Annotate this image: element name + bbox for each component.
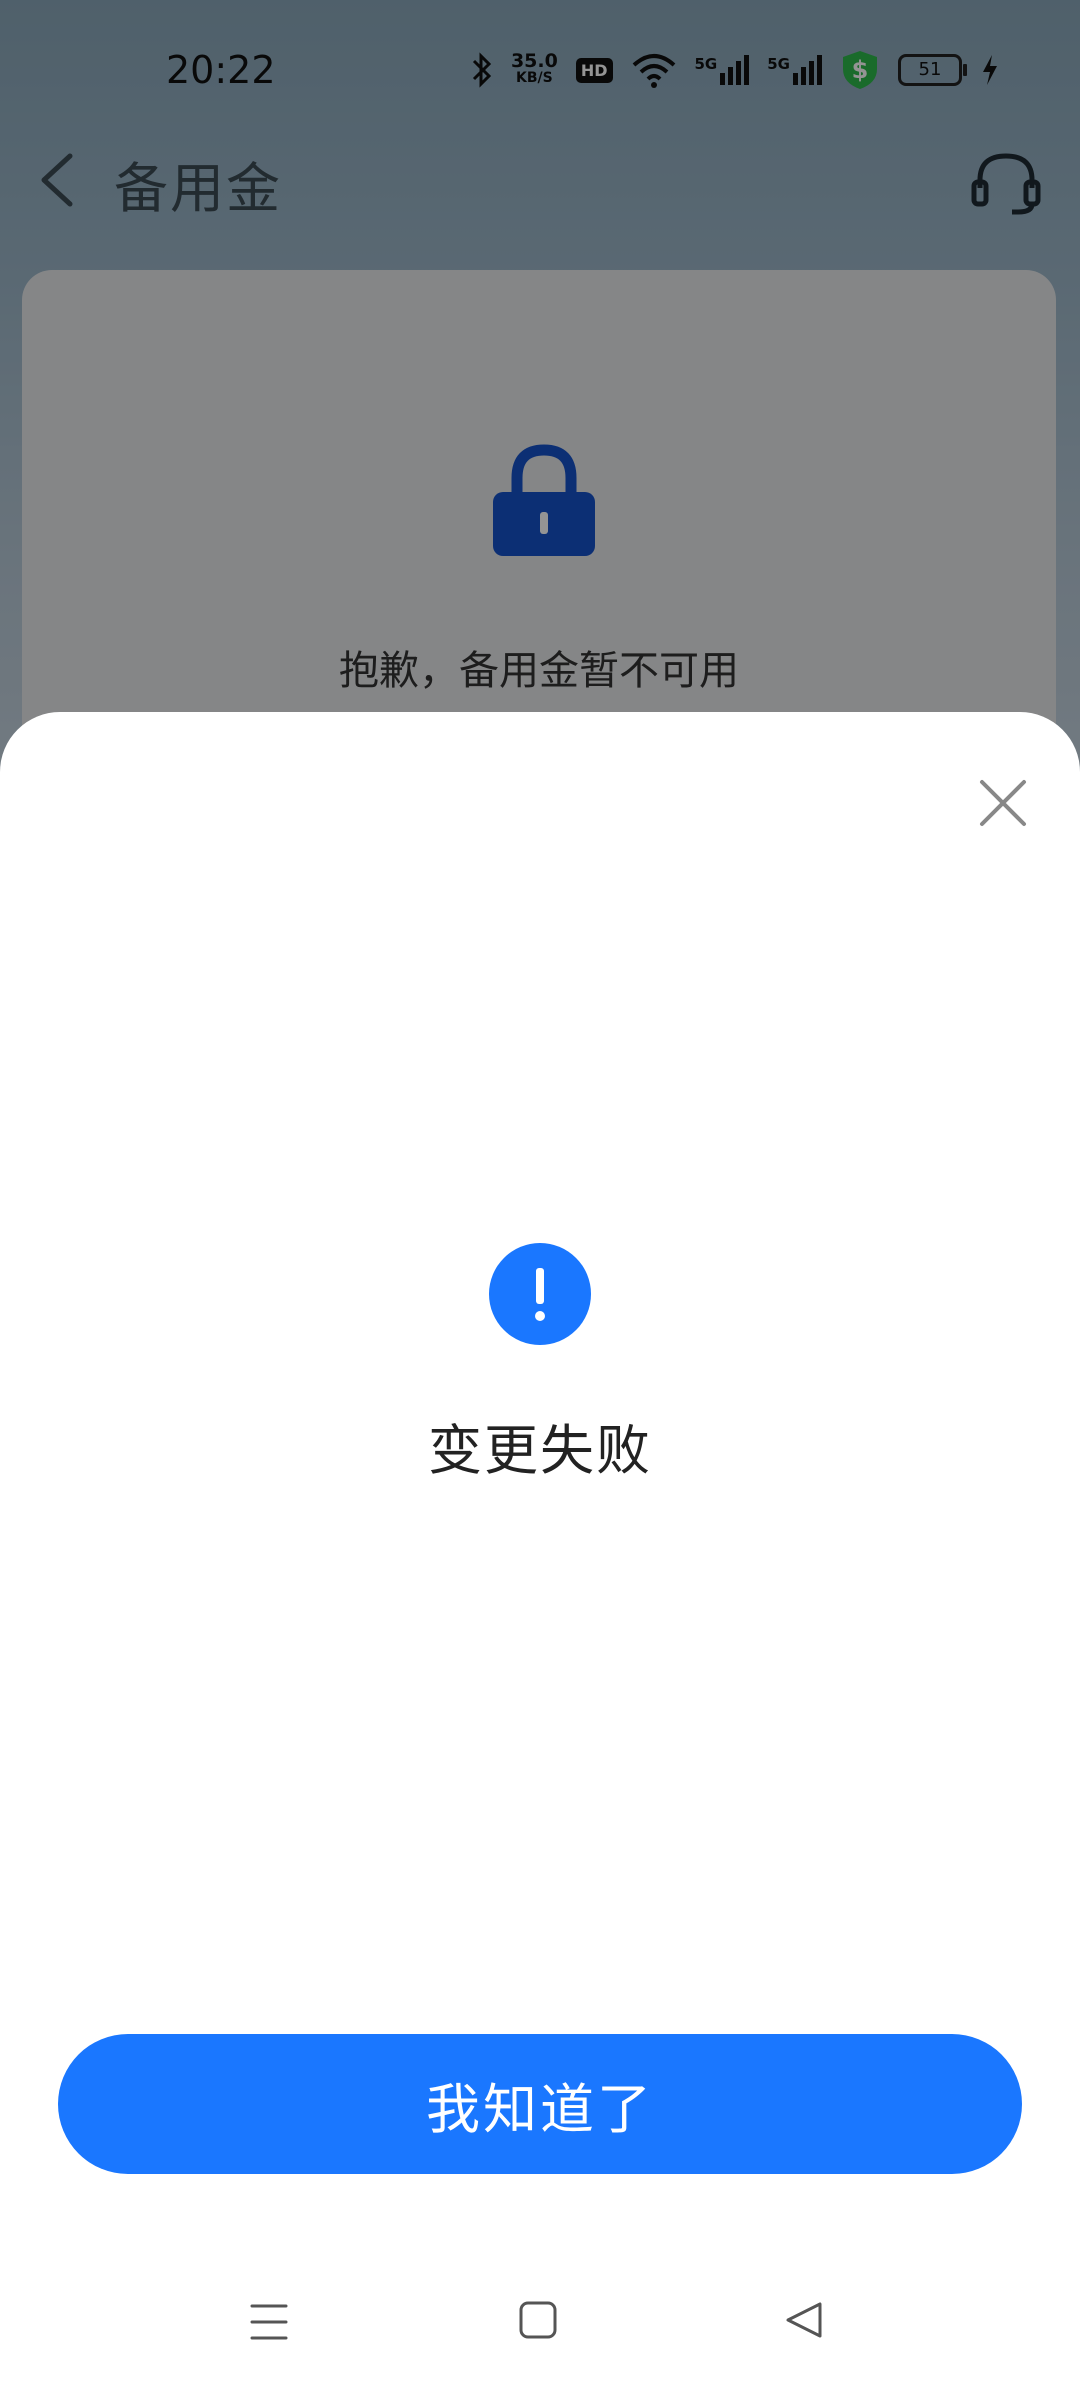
result-title: 变更失败 bbox=[428, 1419, 652, 1482]
result-sheet: 变更失败 我知道了 bbox=[0, 712, 1080, 2400]
close-icon[interactable] bbox=[968, 768, 1038, 838]
screen: 20:22 35.0 KB/S HD 5G 5G $ 51 备用金 抱歉，备用金… bbox=[0, 0, 1080, 2400]
system-nav-bar bbox=[0, 2280, 1080, 2380]
home-icon[interactable] bbox=[518, 2300, 558, 2340]
menu-icon[interactable] bbox=[248, 2300, 290, 2344]
alert-icon bbox=[489, 1243, 591, 1345]
confirm-button[interactable]: 我知道了 bbox=[58, 2034, 1022, 2174]
back-triangle-icon[interactable] bbox=[782, 2298, 826, 2342]
